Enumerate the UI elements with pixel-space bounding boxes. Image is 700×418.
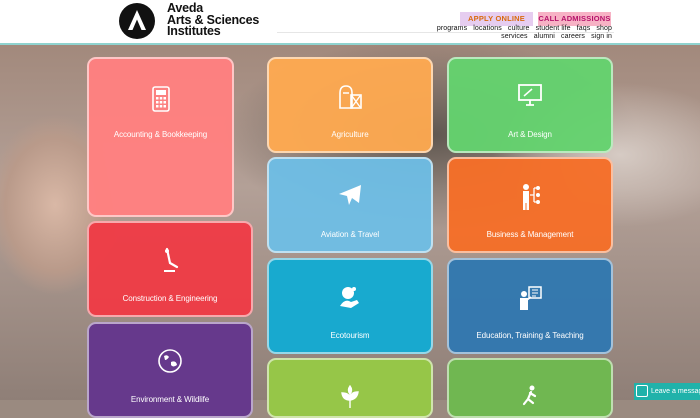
monitor-icon bbox=[518, 84, 542, 106]
tile-label: Construction & Engineering bbox=[122, 294, 218, 303]
nav-link-careers[interactable]: careers bbox=[561, 33, 585, 40]
brand-line-3: Institutes bbox=[167, 24, 221, 38]
teacher-icon bbox=[520, 286, 542, 310]
calculator-icon bbox=[151, 86, 170, 112]
tile-business-management[interactable]: Business & Management bbox=[447, 157, 613, 253]
nav-link-culture[interactable]: culture bbox=[508, 25, 530, 32]
apply-online-button[interactable]: APPLY ONLINE bbox=[460, 12, 533, 26]
aveda-logo[interactable] bbox=[119, 3, 155, 39]
org-chart-icon bbox=[523, 184, 540, 210]
leave-message-widget[interactable]: Leave a message bbox=[634, 383, 700, 400]
tile-aviation-travel[interactable]: Aviation & Travel bbox=[267, 157, 433, 253]
call-admissions-button[interactable]: CALL ADMISSIONS bbox=[538, 12, 611, 26]
tile-label: Agriculture bbox=[331, 130, 369, 139]
tile-label: Education, Training & Teaching bbox=[476, 331, 584, 340]
nav-link-programs[interactable]: programs bbox=[437, 25, 467, 32]
nav-link-sign-in[interactable]: sign in bbox=[591, 33, 612, 40]
tile-agriculture[interactable]: Agriculture bbox=[267, 57, 433, 153]
nav-link-student-life[interactable]: student life bbox=[536, 25, 571, 32]
tile-label: Aviation & Travel bbox=[320, 230, 380, 239]
tile-ecotourism[interactable]: Ecotourism bbox=[267, 258, 433, 354]
airplane-icon bbox=[339, 185, 361, 205]
tile-accounting[interactable]: Accounting & Bookkeeping bbox=[87, 57, 234, 217]
chat-label: Leave a message bbox=[651, 388, 700, 395]
tile-art-design[interactable]: Art & Design bbox=[447, 57, 613, 153]
tile-label: Accounting & Bookkeeping bbox=[113, 130, 208, 139]
tile-environment-wildlife[interactable]: Environment & Wildlife bbox=[87, 322, 253, 418]
crane-icon bbox=[164, 247, 179, 272]
nav-link-alumni[interactable]: alumni bbox=[534, 33, 555, 40]
nav-row-2: services alumni careers sign in bbox=[497, 33, 612, 40]
chat-icon bbox=[636, 385, 648, 397]
tile-construction[interactable]: Construction & Engineering bbox=[87, 221, 253, 317]
tile-label: Business & Management bbox=[486, 230, 574, 239]
tile-partial-2[interactable] bbox=[447, 358, 613, 418]
nav-link-locations[interactable]: locations bbox=[473, 25, 502, 32]
tile-education[interactable]: Education, Training & Teaching bbox=[447, 258, 613, 354]
nav-link-services[interactable]: services bbox=[501, 33, 527, 40]
site-header: Aveda Arts & Sciences Institutes APPLY O… bbox=[0, 0, 700, 45]
brand-name[interactable]: Aveda Arts & Sciences Institutes bbox=[167, 2, 277, 38]
tile-label: Art & Design bbox=[508, 130, 552, 139]
plant-icon bbox=[341, 384, 359, 408]
nav-link-shop[interactable]: shop bbox=[596, 25, 612, 32]
eco-hand-icon bbox=[340, 287, 359, 308]
nav-link-faqs[interactable]: faqs bbox=[577, 25, 591, 32]
farm-icon bbox=[339, 85, 362, 109]
runner-icon bbox=[522, 385, 537, 406]
nav-row-1: programs locations culture student life … bbox=[433, 25, 612, 32]
globe-icon bbox=[158, 349, 182, 373]
tile-label: Ecotourism bbox=[330, 331, 370, 340]
tile-partial-1[interactable] bbox=[267, 358, 433, 418]
